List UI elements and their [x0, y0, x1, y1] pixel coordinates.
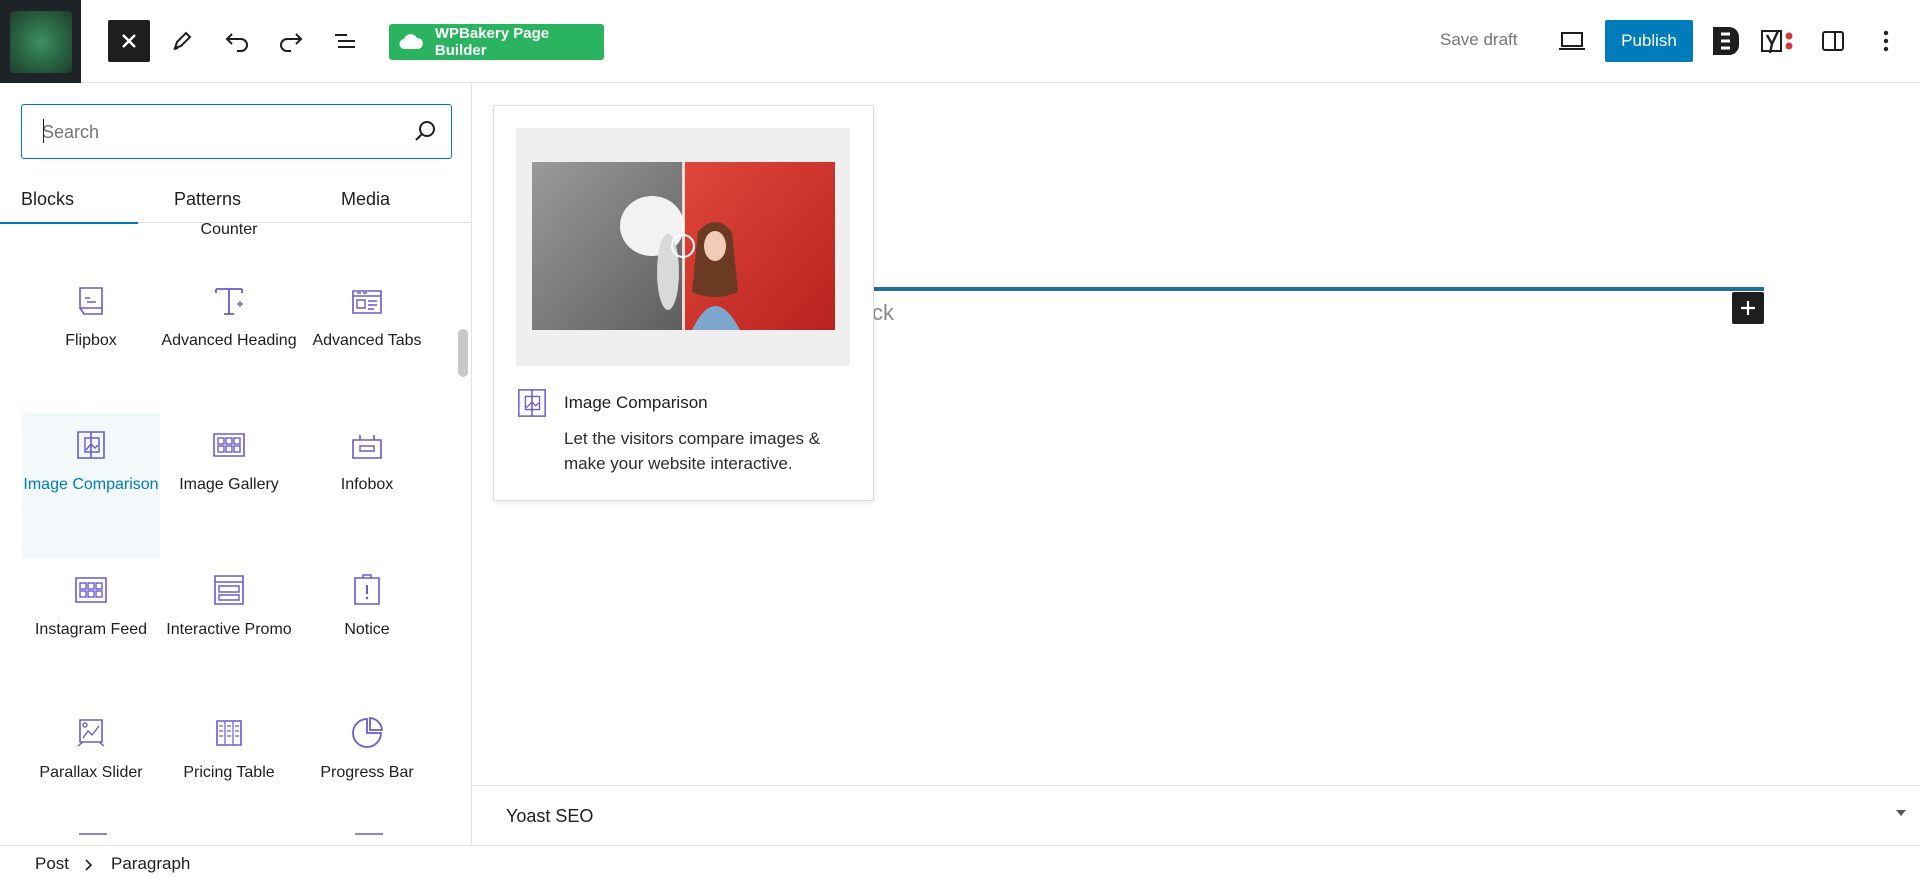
block-search[interactable]: [21, 104, 452, 159]
save-draft-button[interactable]: Save draft: [1440, 30, 1518, 50]
search-icon: [415, 121, 435, 141]
block-label: Parallax Slider: [39, 764, 143, 781]
publish-button[interactable]: Publish: [1605, 20, 1693, 62]
yoast-button[interactable]: [1757, 20, 1799, 62]
preview-button[interactable]: [1551, 20, 1593, 62]
interactive-promo-icon: [214, 575, 244, 605]
list-view-button[interactable]: [324, 20, 366, 62]
breadcrumb-item-paragraph[interactable]: Paragraph: [111, 854, 190, 874]
sidebar-toggle-icon: [1822, 31, 1844, 51]
block-label: Image Comparison: [23, 476, 159, 493]
block-label: Infobox: [340, 476, 394, 493]
infobox-icon: [352, 435, 382, 459]
sidebar-scrollbar[interactable]: [458, 329, 468, 377]
undo-icon: [225, 33, 248, 52]
tab-blocks[interactable]: Blocks: [0, 175, 139, 224]
close-inserter-button[interactable]: [108, 20, 150, 62]
block-label: Advanced Tabs: [312, 332, 422, 349]
breadcrumb: Post Paragraph: [0, 845, 1920, 878]
yoast-seo-title: Yoast SEO: [506, 806, 594, 826]
block-label: Progress Bar: [320, 764, 414, 781]
image-gallery-icon: [213, 433, 245, 457]
block-preview-popover: Image Comparison Let the visitors compar…: [493, 105, 874, 501]
progress-bar-icon: [352, 717, 383, 748]
preview-description: Let the visitors compare images & make y…: [564, 429, 821, 473]
breadcrumb-item-post[interactable]: Post: [35, 854, 69, 874]
text-caret: [43, 119, 44, 143]
chevron-right-icon: [85, 859, 92, 871]
block-item-infobox[interactable]: Infobox: [298, 428, 436, 495]
partial-block-icon: [79, 833, 107, 835]
instagram-feed-icon: [75, 577, 107, 603]
block-item-image-gallery[interactable]: Image Gallery: [160, 428, 298, 495]
preview-image: [532, 162, 835, 330]
block-item-notice[interactable]: Notice: [298, 573, 436, 640]
block-label: Instagram Feed: [34, 621, 148, 638]
list-view-icon: [335, 34, 355, 48]
block-label: Counter: [200, 223, 258, 238]
pencil-icon: [173, 31, 192, 50]
chevron-down-icon[interactable]: [1894, 808, 1908, 818]
undo-button[interactable]: [216, 20, 258, 62]
advanced-heading-icon: [215, 288, 243, 315]
add-block-button[interactable]: [1732, 292, 1764, 324]
pricing-table-icon: [216, 720, 242, 746]
block-item-parallax-slider[interactable]: Parallax Slider: [22, 716, 160, 783]
block-item-advanced-heading[interactable]: Advanced Heading: [160, 284, 298, 351]
wpbakery-label: WPBakery Page Builder: [434, 25, 550, 59]
block-item-progress-bar[interactable]: Progress Bar: [298, 716, 436, 783]
block-label: Pricing Table: [183, 764, 275, 781]
cloud-icon: [399, 34, 423, 49]
notice-icon: [354, 574, 380, 605]
flipbox-icon: [79, 287, 103, 315]
site-logo[interactable]: [0, 0, 81, 83]
more-options-icon: [1883, 30, 1889, 52]
desktop-preview-icon: [1559, 32, 1585, 50]
preview-title-row: Image Comparison: [516, 387, 708, 419]
close-icon: [122, 34, 136, 48]
redo-button[interactable]: [270, 20, 312, 62]
inserter-tabs: Blocks Patterns Media: [0, 175, 471, 224]
tab-patterns[interactable]: Patterns: [174, 175, 241, 223]
block-item-interactive-promo[interactable]: Interactive Promo: [160, 573, 298, 640]
advanced-tabs-icon: [352, 290, 382, 314]
redo-icon: [280, 33, 303, 52]
elementor-icon: [1713, 27, 1739, 55]
editor-toolbar: WPBakery Page Builder Save draft Publish: [0, 0, 1920, 83]
yoast-icon: [1761, 30, 1793, 54]
block-label: Notice: [344, 621, 390, 638]
wpbakery-page-builder-button[interactable]: WPBakery Page Builder: [389, 24, 604, 60]
settings-sidebar-button[interactable]: [1812, 20, 1854, 62]
insertion-point-line: [872, 287, 1764, 291]
block-item-image-comparison[interactable]: Image Comparison: [22, 413, 160, 558]
image-comparison-icon: [518, 389, 546, 417]
elementor-button[interactable]: [1704, 20, 1746, 62]
block-label: Interactive Promo: [166, 621, 292, 638]
block-item-advanced-tabs[interactable]: Advanced Tabs: [298, 284, 436, 351]
block-placeholder-text: ck: [872, 300, 894, 325]
image-comparison-icon: [77, 431, 105, 459]
block-list: Counter Flipbox Advanced Heading Advance…: [0, 223, 456, 845]
block-inserter-panel: Blocks Patterns Media Counter Flipbox Ad…: [0, 83, 472, 845]
plus-icon: [1741, 301, 1755, 315]
parallax-slider-icon: [77, 719, 105, 747]
block-item-instagram-feed[interactable]: Instagram Feed: [22, 573, 160, 640]
block-label: Image Gallery: [179, 476, 279, 493]
block-item-counter[interactable]: Counter: [160, 223, 298, 240]
block-item-pricing-table[interactable]: Pricing Table: [160, 716, 298, 783]
tab-media[interactable]: Media: [341, 175, 390, 223]
partial-block-icon: [355, 833, 383, 835]
options-button[interactable]: [1865, 20, 1907, 62]
tools-button[interactable]: [161, 20, 203, 62]
preview-image-frame: [516, 128, 850, 366]
block-label: Flipbox: [65, 332, 117, 349]
block-item-flipbox[interactable]: Flipbox: [22, 284, 160, 351]
search-input[interactable]: [42, 119, 402, 145]
block-label: Advanced Heading: [161, 332, 297, 349]
preview-title: Image Comparison: [564, 393, 708, 412]
yoast-seo-panel[interactable]: Yoast SEO: [473, 785, 1920, 845]
